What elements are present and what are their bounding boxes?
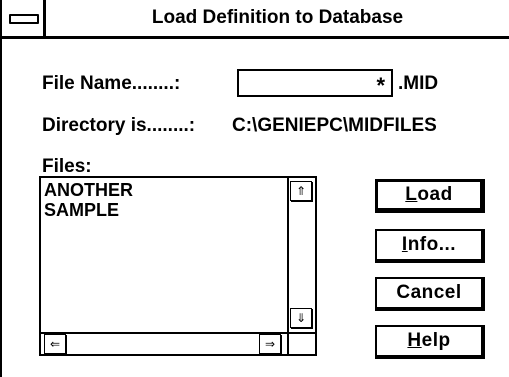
scroll-down-icon[interactable]: ⇓: [290, 308, 312, 328]
help-accelerator: H: [407, 330, 422, 351]
files-listbox[interactable]: ANOTHER SAMPLE ⇑ ⇓ ⇐ ⇒: [39, 176, 317, 356]
scroll-left-icon[interactable]: ⇐: [44, 334, 66, 354]
load-button[interactable]: Load: [375, 179, 485, 213]
system-menu-icon: [9, 14, 39, 24]
files-label: Files:: [42, 156, 92, 177]
directory-path: C:\GENIEPC\MIDFILES: [232, 115, 437, 136]
scroll-up-icon[interactable]: ⇑: [290, 181, 312, 201]
vertical-scrollbar[interactable]: ⇑ ⇓: [287, 178, 315, 334]
file-extension-label: .MID: [398, 73, 439, 94]
file-name-input[interactable]: *: [237, 69, 393, 98]
system-menu-button[interactable]: [2, 0, 46, 36]
dialog-title: Load Definition to Database: [151, 7, 404, 28]
info-label: nfo...: [407, 234, 457, 255]
dialog-frame: [0, 0, 2, 377]
help-label: elp: [421, 330, 451, 351]
horizontal-scrollbar[interactable]: ⇐ ⇒: [41, 332, 289, 354]
load-accelerator: L: [405, 184, 418, 205]
load-label: oad: [417, 184, 453, 205]
info-button[interactable]: Info...: [375, 229, 485, 263]
file-name-label: File Name........:: [42, 73, 181, 94]
scroll-right-icon[interactable]: ⇒: [259, 334, 281, 354]
directory-label: Directory is........:: [42, 115, 196, 136]
files-list: ANOTHER SAMPLE: [44, 180, 133, 220]
cancel-label: Cancel: [396, 282, 462, 303]
help-button[interactable]: Help: [375, 325, 485, 359]
list-item[interactable]: ANOTHER: [44, 180, 133, 200]
scrollbar-corner: [287, 332, 315, 354]
title-bar[interactable]: Load Definition to Database: [0, 0, 509, 39]
cancel-button[interactable]: Cancel: [375, 277, 485, 311]
load-definition-dialog: Load Definition to Database File Name...…: [0, 0, 509, 377]
list-item[interactable]: SAMPLE: [44, 200, 133, 220]
